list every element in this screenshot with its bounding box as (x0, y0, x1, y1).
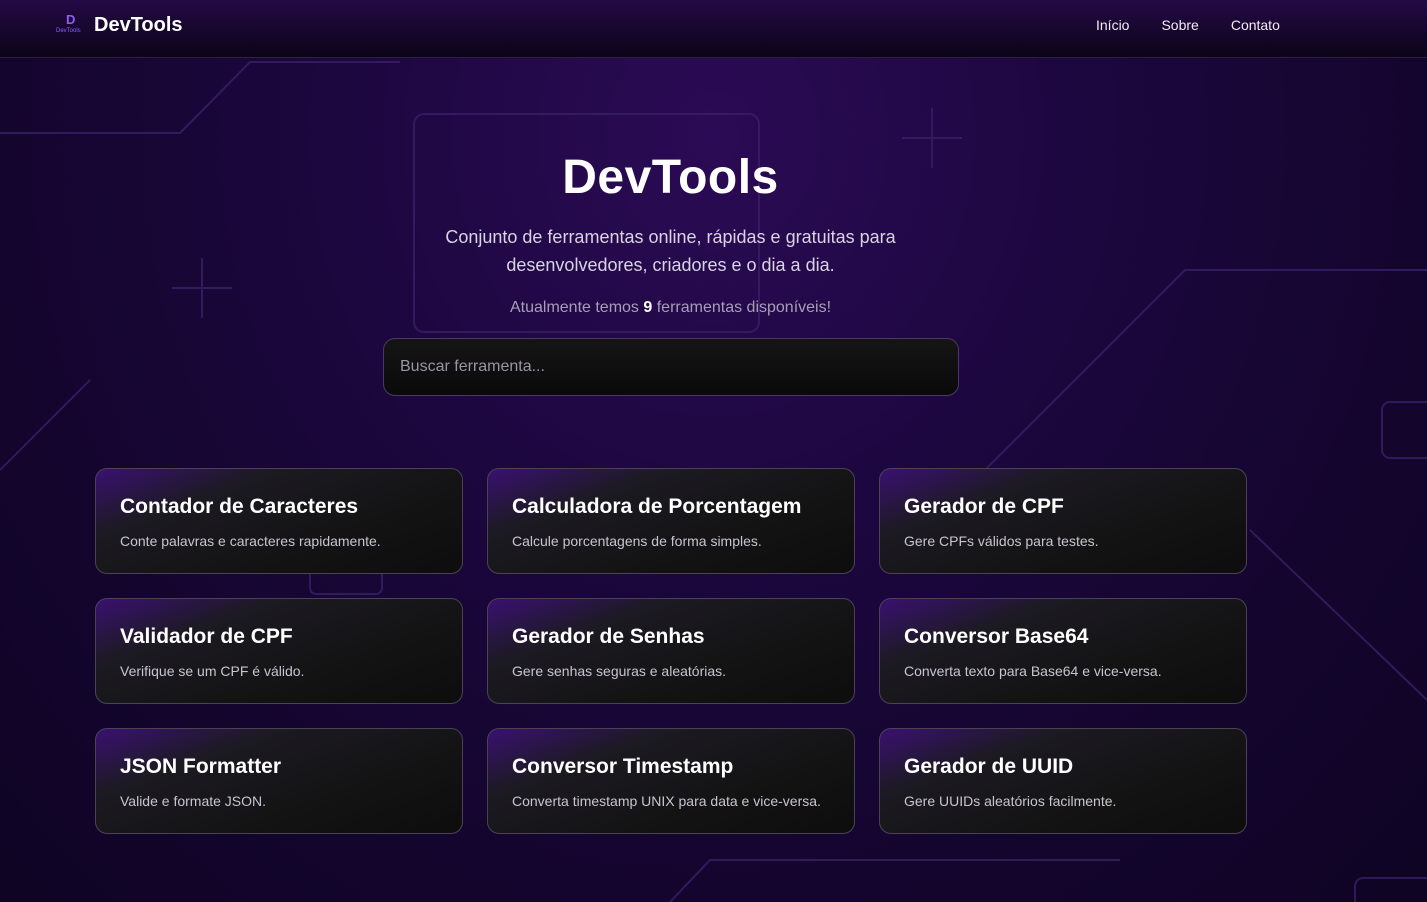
tool-card-gerador-cpf[interactable]: Gerador de CPF Gere CPFs válidos para te… (879, 468, 1247, 574)
logo-caption: DevTools (56, 28, 81, 34)
tool-card-validador-cpf[interactable]: Validador de CPF Verifique se um CPF é v… (95, 598, 463, 704)
tool-card-json-formatter[interactable]: JSON Formatter Valide e formate JSON. (95, 728, 463, 834)
tool-card-title: Contador de Caracteres (120, 495, 359, 518)
tool-card-title: Gerador de CPF (904, 495, 1064, 518)
tool-card-title: Conversor Timestamp (512, 755, 734, 778)
tool-card-conversor-base64[interactable]: Conversor Base64 Converta texto para Bas… (879, 598, 1247, 704)
hero-title: DevTools (562, 151, 779, 204)
tool-card-title: Gerador de UUID (904, 755, 1074, 778)
tool-card-title: Calculadora de Porcentagem (512, 495, 802, 518)
tool-card-description: Verifique se um CPF é válido. (120, 663, 305, 679)
nav-link-inicio[interactable]: Início (1096, 17, 1129, 33)
tool-count-suffix: ferramentas disponíveis! (652, 299, 832, 316)
tool-card-description: Conte palavras e caracteres rapidamente. (120, 533, 381, 549)
tool-card-description: Converta texto para Base64 e vice-versa. (904, 663, 1162, 679)
tool-count: Atualmente temos 9 ferramentas disponíve… (0, 299, 1341, 317)
tool-card-description: Gere UUIDs aleatórios facilmente. (904, 793, 1117, 809)
tool-card-description: Gere CPFs válidos para testes. (904, 533, 1099, 549)
tool-card-gerador-senhas[interactable]: Gerador de Senhas Gere senhas seguras e … (487, 598, 855, 704)
tool-card-description: Converta timestamp UNIX para data e vice… (512, 793, 821, 809)
search-box (383, 338, 959, 396)
top-navbar: D DevTools DevTools Início Sobre Contato (0, 0, 1427, 58)
tool-card-title: Validador de CPF (120, 625, 293, 648)
tool-card-title: JSON Formatter (120, 755, 282, 778)
nav-link-contato[interactable]: Contato (1231, 17, 1280, 33)
logo-icon: D DevTools (56, 12, 86, 38)
search-input[interactable] (383, 338, 959, 396)
brand-name: DevTools (94, 13, 183, 36)
tool-count-prefix: Atualmente temos (509, 299, 644, 316)
tool-card-conversor-timestamp[interactable]: Conversor Timestamp Converta timestamp U… (487, 728, 855, 834)
tool-card-description: Gere senhas seguras e aleatórias. (512, 663, 727, 679)
tool-card-contador-caracteres[interactable]: Contador de Caracteres Conte palavras e … (95, 468, 463, 574)
tool-card-calculadora-porcentagem[interactable]: Calculadora de Porcentagem Calcule porce… (487, 468, 855, 574)
tool-card-description: Valide e formate JSON. (120, 793, 267, 809)
brand[interactable]: D DevTools DevTools (56, 12, 183, 38)
tools-grid: Contador de Caracteres Conte palavras e … (95, 468, 1247, 834)
tool-card-title: Gerador de Senhas (512, 625, 705, 648)
tool-card-title: Conversor Base64 (904, 625, 1089, 648)
main-nav: Início Sobre Contato (1096, 17, 1280, 33)
tool-count-value: 9 (643, 299, 653, 316)
tool-card-description: Calcule porcentagens de forma simples. (512, 533, 762, 549)
nav-link-sobre[interactable]: Sobre (1161, 17, 1198, 33)
logo-letter: D (66, 12, 76, 27)
tool-card-gerador-uuid[interactable]: Gerador de UUID Gere UUIDs aleatórios fa… (879, 728, 1247, 834)
hero-subtitle: Conjunto de ferramentas online, rápidas … (445, 227, 896, 275)
hero: DevTools Conjunto de ferramentas online,… (0, 150, 1341, 317)
